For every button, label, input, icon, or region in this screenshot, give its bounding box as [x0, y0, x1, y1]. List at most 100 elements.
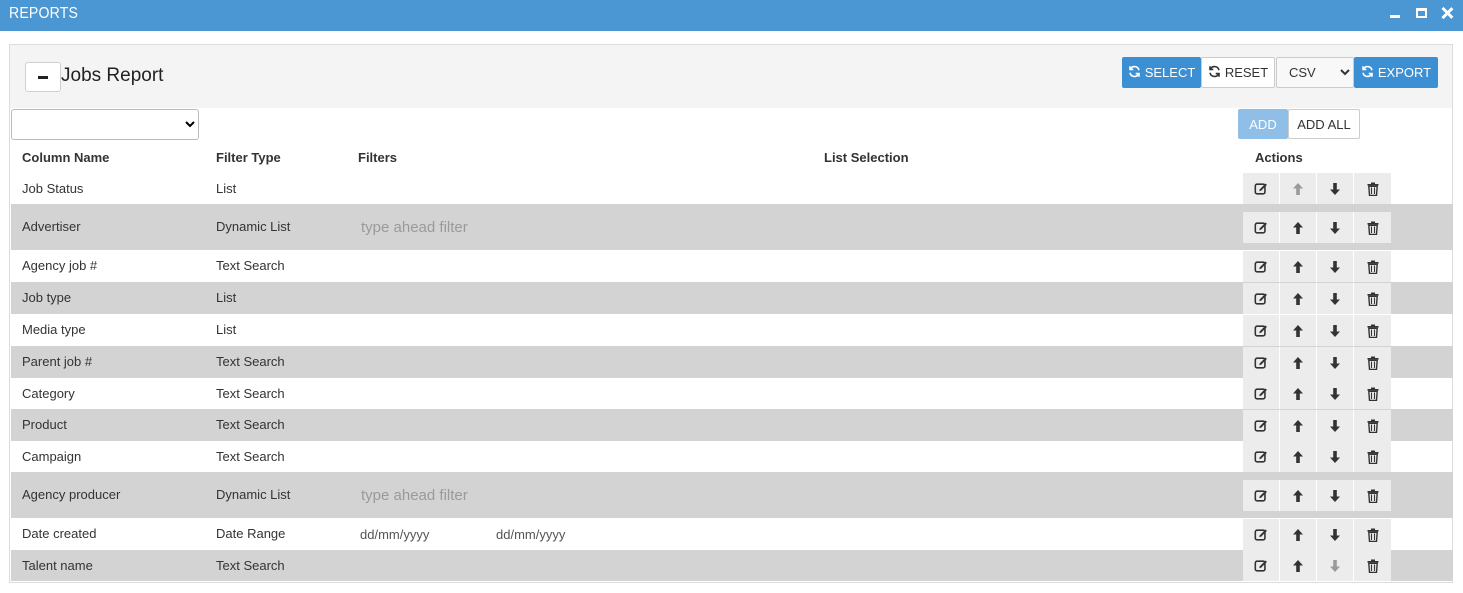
delete-button[interactable]: [1354, 550, 1391, 581]
edit-button[interactable]: [1243, 315, 1280, 346]
reset-label: RESET: [1224, 65, 1269, 80]
select-label: SELECT: [1144, 65, 1196, 80]
move-down-button[interactable]: [1317, 212, 1354, 243]
delete-button[interactable]: [1354, 173, 1391, 204]
delete-button[interactable]: [1354, 378, 1391, 409]
maximize-button[interactable]: [1413, 4, 1429, 22]
table-row: Agency producer Dynamic List: [11, 472, 1453, 518]
minimize-button[interactable]: [1387, 4, 1403, 22]
delete-button[interactable]: [1354, 212, 1391, 243]
edit-icon: [1254, 528, 1268, 542]
row-actions: [1243, 212, 1391, 243]
date-to-input[interactable]: [496, 524, 616, 544]
move-up-button[interactable]: [1280, 347, 1317, 378]
move-up-button[interactable]: [1280, 378, 1317, 409]
move-down-button[interactable]: [1317, 550, 1354, 581]
date-from-input[interactable]: [360, 524, 480, 544]
row-actions: [1243, 519, 1391, 550]
edit-icon: [1254, 221, 1268, 235]
move-up-button[interactable]: [1280, 212, 1317, 243]
add-button[interactable]: ADD: [1238, 109, 1288, 139]
move-up-button[interactable]: [1280, 519, 1317, 550]
filter-type-cell: Text Search: [216, 258, 285, 273]
arrow-up-icon: [1292, 419, 1304, 433]
move-down-button[interactable]: [1317, 283, 1354, 314]
column-name-cell: Talent name: [22, 558, 93, 573]
move-down-button[interactable]: [1317, 480, 1354, 511]
window-controls: [1387, 4, 1455, 22]
move-up-button[interactable]: [1280, 173, 1317, 204]
export-button[interactable]: EXPORT: [1354, 57, 1438, 88]
table-row: Parent job # Text Search: [11, 346, 1453, 378]
column-name-cell: Job type: [22, 290, 72, 305]
typeahead-filter-input[interactable]: [361, 484, 661, 506]
trash-icon: [1367, 182, 1379, 196]
move-down-button[interactable]: [1317, 378, 1354, 409]
delete-button[interactable]: [1354, 283, 1391, 314]
edit-button[interactable]: [1243, 480, 1280, 511]
delete-button[interactable]: [1354, 347, 1391, 378]
filter-type-cell: Date Range: [216, 526, 286, 541]
delete-button[interactable]: [1354, 441, 1391, 472]
edit-button[interactable]: [1243, 212, 1280, 243]
move-down-button[interactable]: [1317, 347, 1354, 378]
delete-button[interactable]: [1354, 251, 1391, 282]
column-name-cell: Campaign: [22, 449, 82, 464]
edit-button[interactable]: [1243, 441, 1280, 472]
export-format-select[interactable]: CSV: [1276, 57, 1354, 88]
edit-button[interactable]: [1243, 519, 1280, 550]
edit-button[interactable]: [1243, 283, 1280, 314]
move-up-button[interactable]: [1280, 251, 1317, 282]
edit-button[interactable]: [1243, 550, 1280, 581]
arrow-down-icon: [1329, 528, 1341, 542]
edit-icon: [1254, 324, 1268, 338]
column-name-cell: Product: [22, 417, 67, 432]
select-button[interactable]: SELECT: [1122, 57, 1201, 88]
trash-icon: [1367, 559, 1379, 573]
move-down-button[interactable]: [1317, 315, 1354, 346]
move-up-button[interactable]: [1280, 410, 1317, 441]
delete-button[interactable]: [1354, 410, 1391, 441]
move-down-button[interactable]: [1317, 441, 1354, 472]
move-up-button[interactable]: [1280, 441, 1317, 472]
report-title: Jobs Report: [61, 65, 164, 86]
move-down-button[interactable]: [1317, 251, 1354, 282]
move-up-button[interactable]: [1280, 283, 1317, 314]
edit-icon: [1254, 182, 1268, 196]
move-down-button[interactable]: [1317, 410, 1354, 441]
arrow-up-icon: [1292, 324, 1304, 338]
edit-icon: [1254, 387, 1268, 401]
column-name-cell: Agency job #: [22, 258, 98, 273]
row-actions: [1243, 173, 1391, 204]
move-up-button[interactable]: [1280, 550, 1317, 581]
delete-button[interactable]: [1354, 519, 1391, 550]
column-picker-select[interactable]: [11, 109, 199, 140]
typeahead-filter-input[interactable]: [361, 216, 661, 238]
edit-button[interactable]: [1243, 173, 1280, 204]
arrow-down-icon: [1329, 324, 1341, 338]
move-down-button[interactable]: [1317, 519, 1354, 550]
arrow-up-icon: [1292, 528, 1304, 542]
table-row: Media type List: [11, 314, 1453, 346]
edit-icon: [1254, 419, 1268, 433]
move-up-button[interactable]: [1280, 315, 1317, 346]
edit-button[interactable]: [1243, 410, 1280, 441]
edit-button[interactable]: [1243, 347, 1280, 378]
minus-icon: [38, 75, 48, 79]
edit-button[interactable]: [1243, 378, 1280, 409]
move-up-button[interactable]: [1280, 480, 1317, 511]
add-all-button[interactable]: ADD ALL: [1288, 109, 1360, 139]
collapse-button[interactable]: [25, 62, 61, 92]
move-down-button[interactable]: [1317, 173, 1354, 204]
filter-type-cell: Dynamic List: [216, 487, 291, 502]
table-row: Category Text Search: [11, 378, 1453, 409]
close-button[interactable]: [1439, 4, 1455, 22]
reset-button[interactable]: RESET: [1201, 57, 1275, 88]
delete-button[interactable]: [1354, 480, 1391, 511]
delete-button[interactable]: [1354, 315, 1391, 346]
row-actions: [1243, 441, 1391, 472]
arrow-up-icon: [1292, 182, 1304, 196]
filter-type-cell: Text Search: [216, 558, 285, 573]
edit-button[interactable]: [1243, 251, 1280, 282]
filter-type-cell: Text Search: [216, 417, 285, 432]
